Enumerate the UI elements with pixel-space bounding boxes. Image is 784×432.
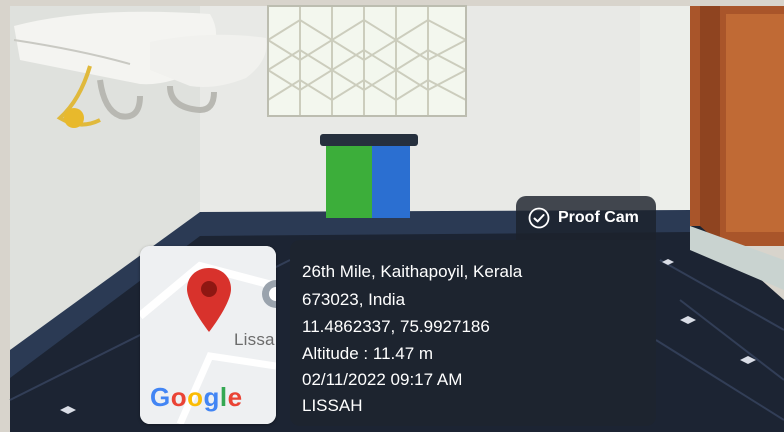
location-pin-icon bbox=[187, 268, 231, 332]
address-line-1: 26th Mile, Kaithapoyil, Kerala bbox=[302, 262, 523, 281]
map-place-label: Lissa bbox=[234, 330, 275, 349]
location-info-panel: 26th Mile, Kaithapoyil, Kerala 673023, I… bbox=[290, 240, 656, 426]
location-name: LISSAH bbox=[302, 396, 363, 415]
google-logo: Google bbox=[150, 382, 243, 412]
photo-frame: Proof Cam Lissa Google 26th Mile, Kaitha… bbox=[0, 0, 784, 432]
map-thumbnail[interactable]: Lissa Google bbox=[140, 246, 276, 424]
datetime: 02/11/2022 09:17 AM bbox=[302, 370, 463, 389]
check-circle-icon bbox=[528, 207, 550, 229]
coordinates: 11.4862337, 75.9927186 bbox=[302, 317, 490, 336]
proof-cam-badge: Proof Cam bbox=[516, 196, 656, 240]
badge-label: Proof Cam bbox=[558, 209, 639, 226]
address-line-2: 673023, India bbox=[302, 290, 406, 309]
altitude: Altitude : 11.47 m bbox=[302, 344, 434, 363]
